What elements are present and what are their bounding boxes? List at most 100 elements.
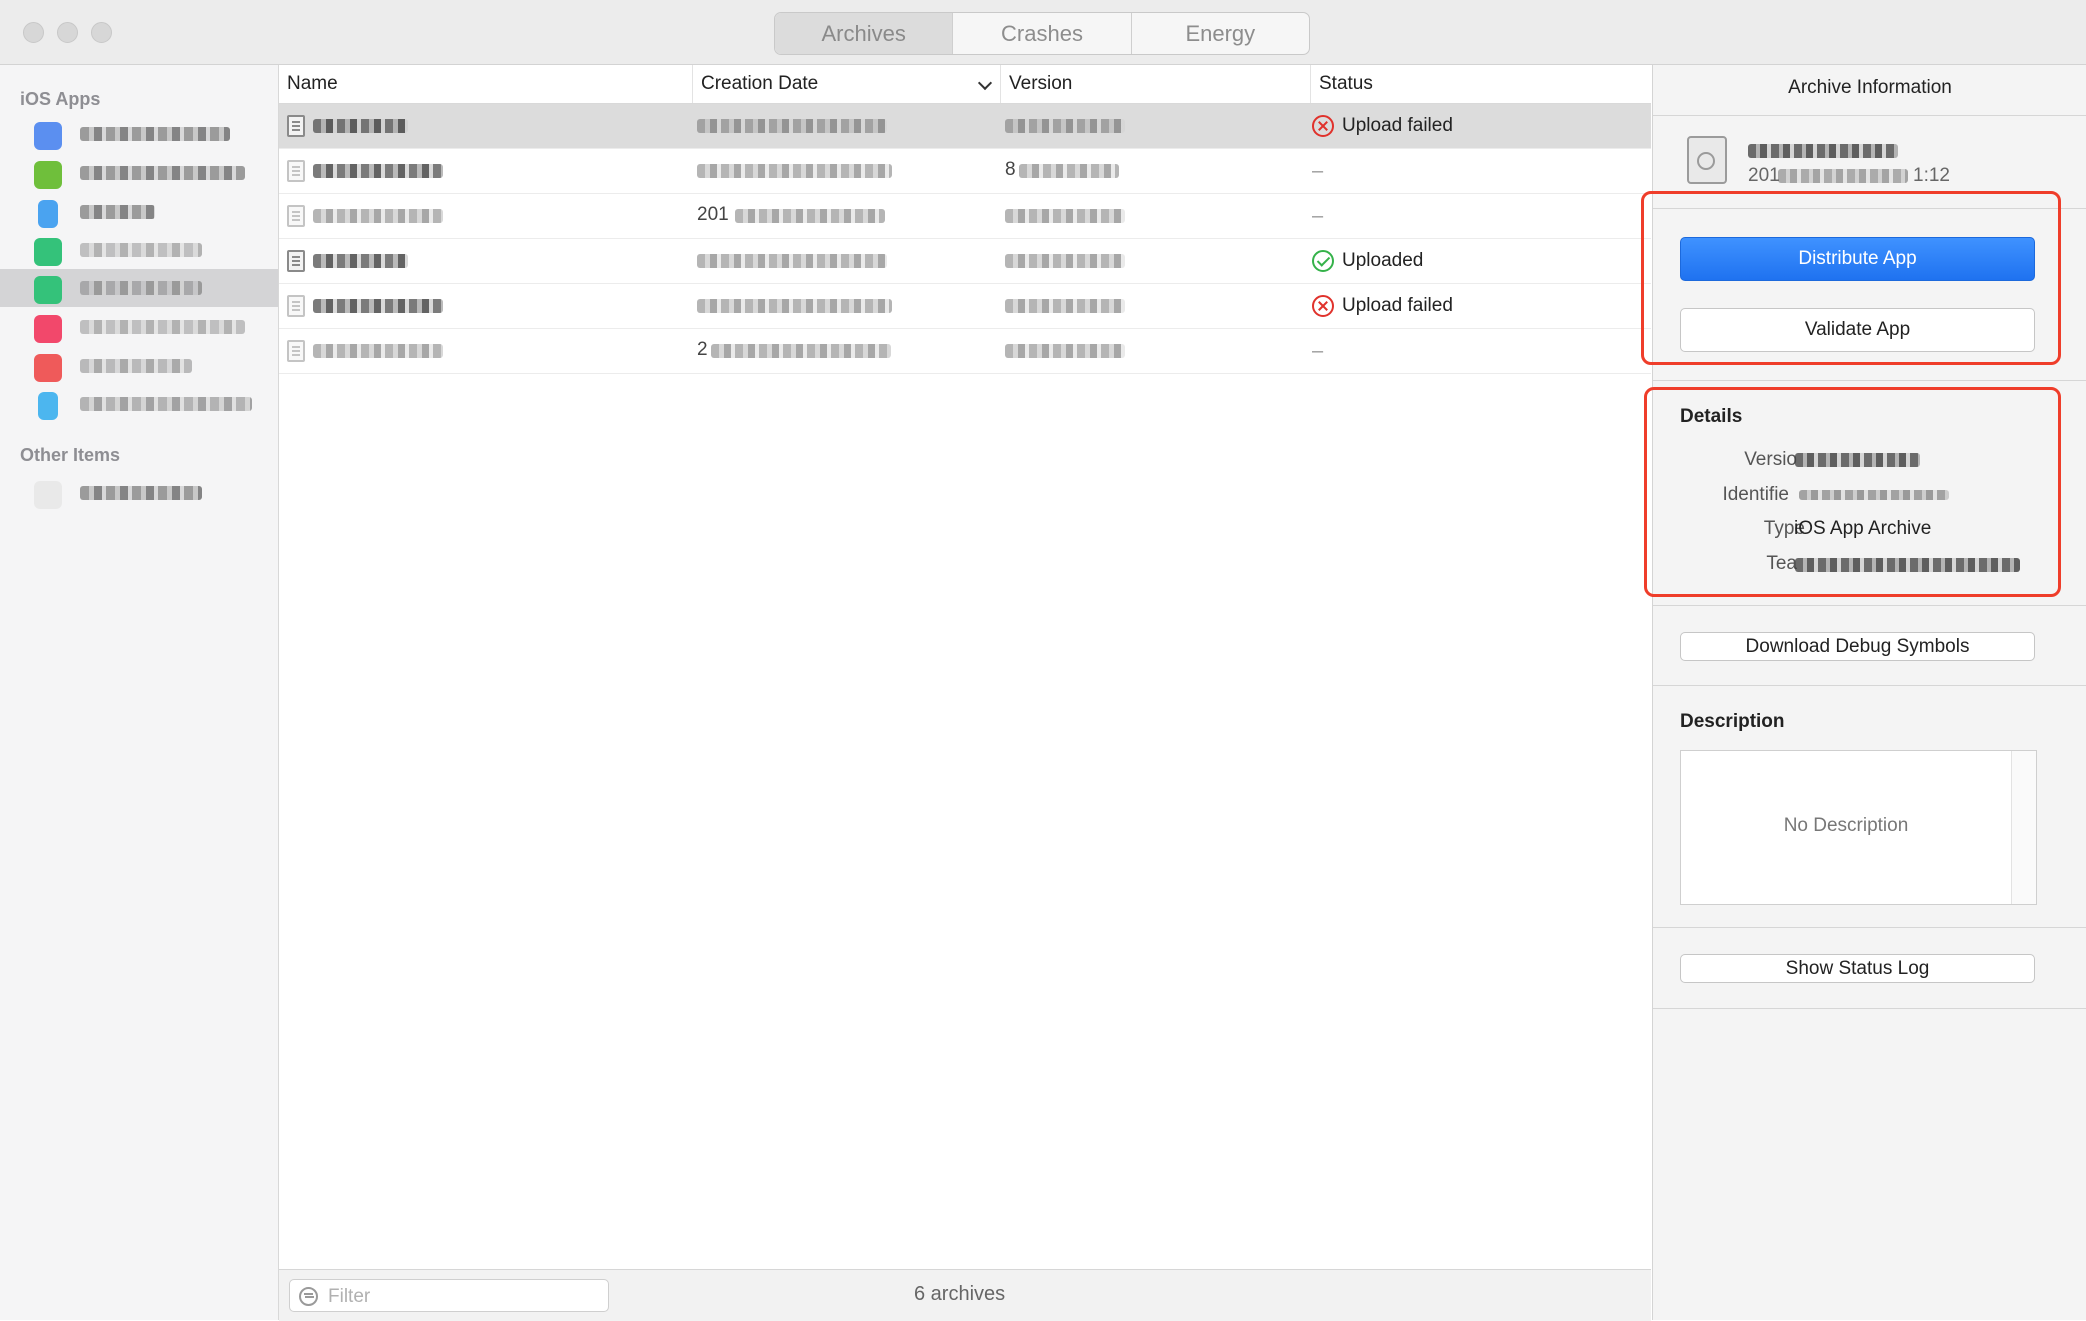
sidebar-item-app[interactable]	[0, 154, 278, 192]
archive-icon	[287, 340, 305, 362]
filter-input[interactable]	[326, 1284, 600, 1310]
date-visible-text: 2	[697, 339, 708, 360]
sort-descending-icon	[977, 75, 993, 91]
redacted-version	[1005, 209, 1125, 223]
status-cell: Upload failed	[1312, 284, 1453, 328]
description-scrollbar[interactable]	[2011, 751, 2036, 904]
show-status-log-button[interactable]: Show Status Log	[1680, 954, 2035, 983]
checkmark-icon	[1312, 250, 1334, 272]
sidebar-item-app[interactable]	[0, 385, 278, 423]
redacted-app-name	[80, 243, 202, 257]
download-debug-symbols-button[interactable]: Download Debug Symbols	[1680, 632, 2035, 661]
tab-energy[interactable]: Energy	[1132, 13, 1309, 54]
status-cell: –	[1312, 194, 1323, 238]
archive-count: 6 archives	[914, 1283, 1006, 1305]
app-archive-icon	[1687, 136, 1727, 184]
redacted-date	[711, 344, 891, 358]
redacted-app-name	[80, 166, 245, 180]
filter-icon	[299, 1287, 318, 1306]
distribute-app-button[interactable]: Distribute App	[1680, 237, 2035, 281]
sidebar-item-app[interactable]	[0, 347, 278, 385]
validate-app-button[interactable]: Validate App	[1680, 308, 2035, 352]
description-heading: Description	[1680, 711, 1785, 732]
redacted-date	[697, 119, 887, 133]
version-visible-text: 8	[1005, 159, 1016, 180]
column-header-name[interactable]: Name	[279, 65, 693, 103]
app-icon	[34, 161, 62, 189]
organizer-tab-control: Archives Crashes Energy	[774, 12, 1310, 55]
tab-crashes[interactable]: Crashes	[953, 13, 1132, 54]
redacted-archive-name	[313, 254, 408, 268]
divider	[1653, 605, 2086, 606]
redacted-version	[1005, 344, 1125, 358]
redacted-app-name	[80, 359, 192, 373]
redacted-app-name	[80, 281, 202, 295]
redacted-archive-name	[313, 344, 443, 358]
status-cell: Uploaded	[1312, 239, 1423, 283]
error-icon	[1312, 115, 1334, 137]
status-text: Upload failed	[1342, 295, 1453, 316]
archive-icon	[287, 160, 305, 182]
sidebar-section-ios-apps: iOS Apps	[20, 89, 101, 109]
minimize-window-button[interactable]	[57, 22, 78, 43]
divider	[1653, 927, 2086, 928]
divider	[1653, 380, 2086, 381]
description-placeholder: No Description	[1783, 815, 1909, 836]
redacted-app-name	[80, 320, 245, 334]
redacted-team-value	[1795, 558, 2020, 572]
app-icon	[34, 238, 62, 266]
close-window-button[interactable]	[23, 22, 44, 43]
details-heading: Details	[1680, 406, 1743, 427]
column-header-status[interactable]: Status	[1311, 65, 1651, 103]
status-cell: Upload failed	[1312, 104, 1453, 148]
item-icon	[34, 481, 62, 509]
divider	[1653, 1008, 2086, 1009]
sidebar-item-app[interactable]	[0, 231, 278, 269]
table-row[interactable]: 8 –	[279, 149, 1651, 194]
table-header: Name Creation Date Version Status	[279, 65, 1651, 104]
redacted-identifier-value	[1799, 490, 1949, 500]
column-header-label: Creation Date	[701, 73, 819, 94]
redacted-archive-date	[1778, 169, 1908, 183]
app-icon	[34, 315, 62, 343]
divider	[1653, 685, 2086, 686]
team-label: Tea	[1766, 553, 1797, 574]
archive-information-panel: Archive Information 201 1:12 Distribute …	[1641, 65, 2086, 1320]
app-icon	[38, 392, 58, 420]
title-bar: Archives Crashes Energy	[0, 0, 2086, 65]
version-label: Versio	[1744, 449, 1797, 470]
table-row[interactable]: Upload failed	[279, 104, 1651, 149]
sidebar-item-app[interactable]	[0, 308, 278, 346]
type-value: iOS App Archive	[1794, 518, 1932, 539]
redacted-version	[1005, 254, 1125, 268]
redacted-item-name	[80, 486, 202, 500]
sidebar-item-app-selected[interactable]	[0, 269, 278, 307]
redacted-version	[1005, 299, 1125, 313]
identifier-label: Identifie	[1722, 484, 1789, 505]
column-header-creation-date[interactable]: Creation Date	[693, 65, 1001, 103]
archive-date-visible-text: 201	[1748, 165, 1780, 186]
app-icon	[38, 200, 58, 228]
sidebar-item-app[interactable]	[0, 115, 278, 153]
archive-icon	[287, 205, 305, 227]
table-row[interactable]: Uploaded	[279, 239, 1651, 284]
archive-icon	[287, 250, 305, 272]
bottom-bar: 6 archives	[279, 1269, 1651, 1321]
redacted-app-name	[80, 205, 155, 219]
redacted-date	[697, 164, 892, 178]
table-row[interactable]: Upload failed	[279, 284, 1651, 329]
redacted-date	[697, 254, 887, 268]
redacted-date	[735, 209, 885, 223]
sidebar: iOS Apps Other Items	[0, 65, 279, 1320]
table-row[interactable]: 2 –	[279, 329, 1651, 374]
archives-table: Name Creation Date Version Status Upload…	[279, 65, 1651, 1269]
zoom-window-button[interactable]	[91, 22, 112, 43]
tab-archives[interactable]: Archives	[775, 13, 954, 54]
table-row[interactable]: 201 –	[279, 194, 1651, 239]
column-header-version[interactable]: Version	[1001, 65, 1311, 103]
redacted-version	[1019, 164, 1119, 178]
description-textarea[interactable]: No Description	[1680, 750, 2037, 905]
sidebar-item-other[interactable]	[0, 474, 278, 512]
status-text: –	[1312, 204, 1324, 227]
sidebar-item-app[interactable]	[0, 193, 278, 231]
